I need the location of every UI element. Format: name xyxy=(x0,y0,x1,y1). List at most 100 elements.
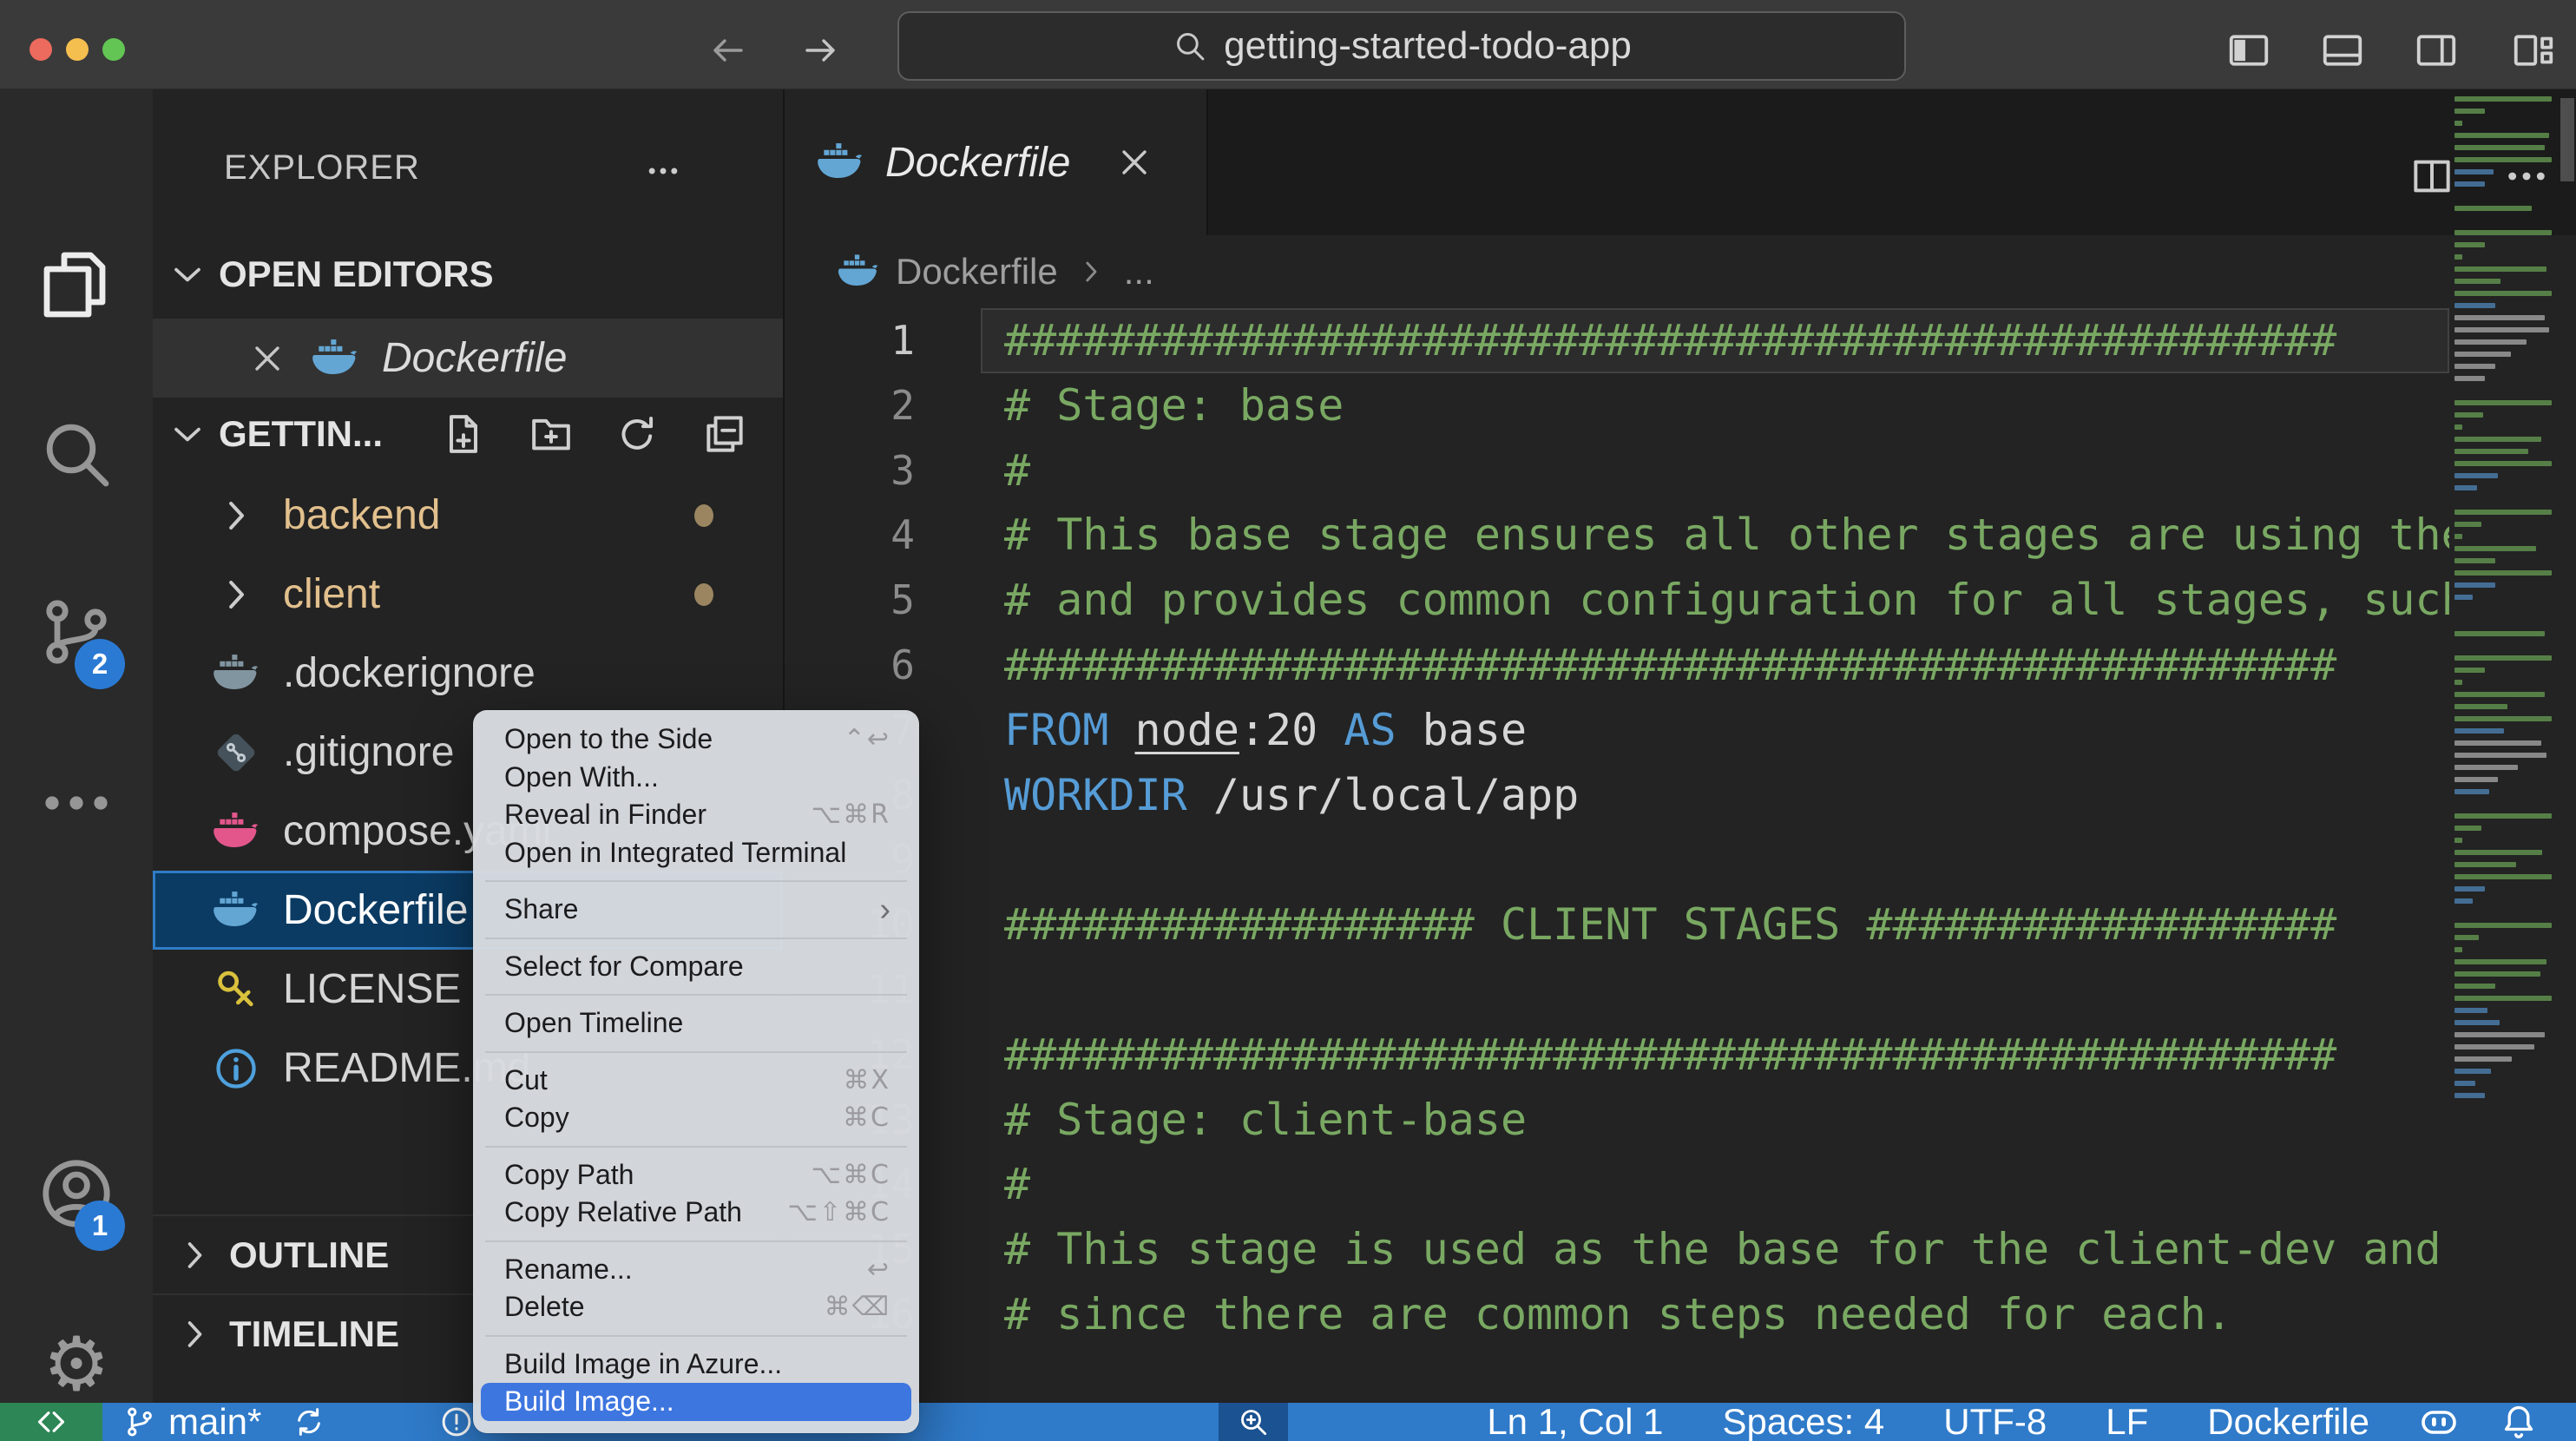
explorer-icon[interactable] xyxy=(35,243,118,326)
bell-icon[interactable] xyxy=(2479,1401,2559,1441)
status-item-ln-1-col-1[interactable]: Ln 1, Col 1 xyxy=(1457,1401,1692,1441)
breadcrumb-more[interactable]: ... xyxy=(1124,251,1154,293)
zoom-status-item[interactable] xyxy=(1219,1403,1288,1441)
file-label: backend xyxy=(283,492,441,538)
file-label: .gitignore xyxy=(283,729,455,775)
editor-scrollbar[interactable] xyxy=(2560,98,2574,181)
toggle-panel-icon[interactable] xyxy=(2319,27,2366,74)
menu-item-copy-path[interactable]: Copy Path ⌥⌘C xyxy=(481,1156,911,1194)
sync-status-item[interactable] xyxy=(291,1404,327,1440)
menu-item-cut[interactable]: Cut ⌘X xyxy=(481,1062,911,1100)
minimap[interactable] xyxy=(2451,96,2560,1184)
menu-item-select-for-compare[interactable]: Select for Compare xyxy=(481,948,911,986)
settings-gear-icon[interactable]: ⚙ xyxy=(35,1323,118,1406)
remote-icon xyxy=(35,1405,68,1438)
code-line: ########################################… xyxy=(1004,1029,2337,1080)
code-line: # since there are common steps needed fo… xyxy=(1004,1289,2232,1339)
chevron-down-icon xyxy=(165,252,210,297)
more-views-icon[interactable] xyxy=(35,761,118,845)
menu-item-open-to-the-side[interactable]: Open to the Side ⌃↩ xyxy=(481,720,911,759)
explorer-more-actions-icon[interactable] xyxy=(639,152,687,190)
navigate-forward-icon[interactable] xyxy=(800,30,842,71)
status-right-items: Ln 1, Col 1 Spaces: 4 UTF-8 LF Dockerfile xyxy=(1457,1401,2576,1441)
close-tab-icon[interactable] xyxy=(1114,141,1155,183)
breadcrumb-file[interactable]: Dockerfile xyxy=(896,251,1058,293)
sidebar-title: EXPLORER xyxy=(224,148,420,187)
customize-layout-icon[interactable] xyxy=(2510,27,2557,74)
submenu-arrow-icon: › xyxy=(879,891,890,928)
file-label: LICENSE xyxy=(283,966,462,1012)
new-folder-icon[interactable] xyxy=(527,410,575,458)
menu-item-open-with-[interactable]: Open With... xyxy=(481,759,911,797)
docker-file-icon xyxy=(837,250,880,293)
vscode-window: getting-started-todo-app 2 1 ⚙ EXPLORER … xyxy=(0,0,2576,1441)
open-editors-header[interactable]: OPEN EDITORS xyxy=(153,244,783,305)
menu-item-copy[interactable]: Copy ⌘C xyxy=(481,1099,911,1137)
menu-separator xyxy=(485,1326,907,1346)
menu-item-rename-[interactable]: Rename... ↩ xyxy=(481,1251,911,1289)
status-item-lf[interactable]: LF xyxy=(2076,1401,2178,1441)
search-view-icon[interactable] xyxy=(35,412,118,496)
status-item-utf-8[interactable]: UTF-8 xyxy=(1914,1401,2076,1441)
collapse-folders-icon[interactable] xyxy=(700,410,749,458)
tree-item--dockerignore[interactable]: .dockerignore xyxy=(153,634,783,713)
menu-item-shortcut: ⌘⌫ xyxy=(824,1292,890,1323)
tree-item-client[interactable]: client xyxy=(153,555,783,634)
split-editor-icon[interactable] xyxy=(2408,152,2456,201)
tab-bar: Dockerfile xyxy=(785,89,2576,235)
branch-status-item[interactable]: main* xyxy=(122,1401,261,1441)
docker-file-icon xyxy=(311,334,359,383)
refresh-explorer-icon[interactable] xyxy=(613,410,661,458)
menu-item-label: Copy xyxy=(504,1102,569,1134)
menu-item-label: Share xyxy=(504,893,579,925)
zoom-window-button[interactable] xyxy=(102,38,125,61)
menu-item-shortcut: ↩ xyxy=(866,1253,890,1285)
line-number: 1 xyxy=(890,317,915,364)
tab-dockerfile[interactable]: Dockerfile xyxy=(785,89,1208,235)
chevron-right-icon xyxy=(172,1233,217,1278)
git-icon xyxy=(212,728,260,777)
new-file-icon[interactable] xyxy=(439,410,488,458)
chevron-right-icon xyxy=(172,1312,217,1357)
navigate-back-icon[interactable] xyxy=(706,30,748,71)
menu-item-open-in-integrated-terminal[interactable]: Open in Integrated Terminal xyxy=(481,834,911,872)
open-editor-dockerfile[interactable]: Dockerfile xyxy=(153,319,783,398)
menu-item-copy-relative-path[interactable]: Copy Relative Path ⌥⇧⌘C xyxy=(481,1194,911,1232)
menu-item-build-image-[interactable]: Build Image... xyxy=(481,1383,911,1421)
menu-item-label: Copy Path xyxy=(504,1158,634,1190)
code-line: # and provides common configuration for … xyxy=(1004,575,2449,626)
tree-item-backend[interactable]: backend xyxy=(153,476,783,555)
status-item-spaces-4[interactable]: Spaces: 4 xyxy=(1692,1401,1914,1441)
command-center-search[interactable]: getting-started-todo-app xyxy=(897,11,1906,81)
status-bar: main* Ln 1, Col 1 Spaces: 4 UTF-8 LF Dockerf… xyxy=(0,1401,2576,1441)
open-editors-label: OPEN EDITORS xyxy=(219,253,494,294)
title-bar: getting-started-todo-app xyxy=(0,0,2576,89)
file-label: .dockerignore xyxy=(283,650,536,696)
menu-item-share[interactable]: Share › xyxy=(481,891,911,929)
code-editor[interactable]: 1 #######################################… xyxy=(785,308,2576,1403)
menu-item-open-timeline[interactable]: Open Timeline xyxy=(481,1004,911,1043)
line-number: 3 xyxy=(890,446,915,494)
docker-file-icon xyxy=(816,138,864,187)
menu-item-build-image-in-azure-[interactable]: Build Image in Azure... xyxy=(481,1346,911,1384)
copilot-icon[interactable] xyxy=(2399,1401,2479,1441)
menu-item-reveal-in-finder[interactable]: Reveal in Finder ⌥⌘R xyxy=(481,796,911,834)
toggle-secondary-sidebar-icon[interactable] xyxy=(2413,27,2460,74)
close-editor-icon[interactable] xyxy=(246,338,288,379)
timeline-label: TIMELINE xyxy=(229,1313,399,1354)
problems-status-item[interactable] xyxy=(438,1404,475,1440)
menu-item-label: Build Image... xyxy=(504,1385,674,1418)
whale-pink-icon xyxy=(212,807,260,856)
outline-label: OUTLINE xyxy=(229,1234,390,1275)
menu-item-label: Reveal in Finder xyxy=(504,799,706,831)
menu-item-delete[interactable]: Delete ⌘⌫ xyxy=(481,1288,911,1326)
toggle-primary-sidebar-icon[interactable] xyxy=(2225,27,2272,74)
chevron-right-icon xyxy=(212,491,260,540)
remote-indicator[interactable] xyxy=(0,1403,102,1441)
menu-item-shortcut: ⌥⌘R xyxy=(811,799,890,831)
close-window-button[interactable] xyxy=(30,38,52,61)
status-item-dockerfile[interactable]: Dockerfile xyxy=(2178,1401,2399,1441)
menu-item-shortcut: ⌘X xyxy=(843,1064,890,1096)
chevron-down-icon xyxy=(165,411,210,457)
minimize-window-button[interactable] xyxy=(66,38,89,61)
